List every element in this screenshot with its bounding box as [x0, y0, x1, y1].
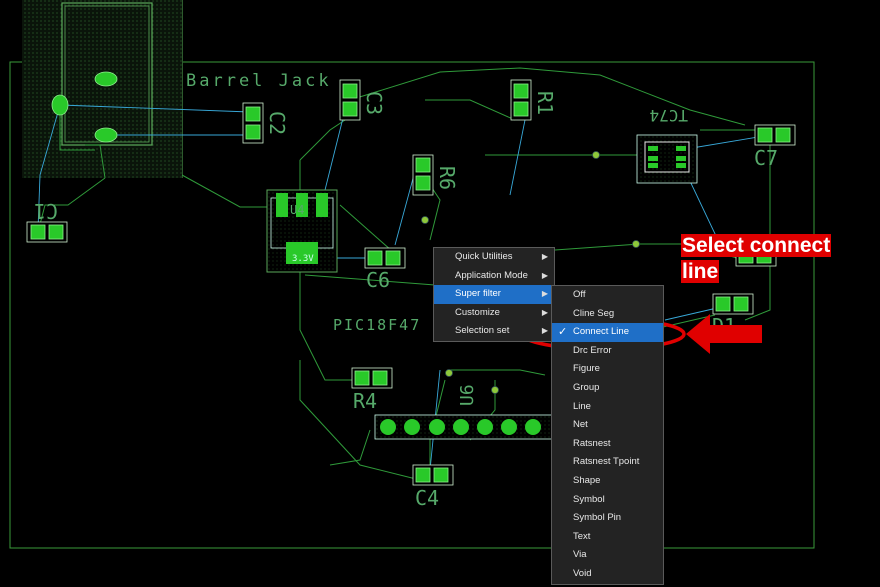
menu-item-label: Customize	[455, 306, 500, 318]
menu-item-label: Application Mode	[455, 269, 528, 281]
submenu-item-symbol[interactable]: Symbol	[552, 491, 663, 510]
submenu-item-label: Symbol Pin	[573, 512, 622, 524]
submenu-item-label: Drc Error	[573, 344, 612, 356]
menu-item-super-filter[interactable]: Super filter ▶	[434, 285, 554, 304]
submenu-item-label: Net	[573, 419, 588, 431]
callout-line-1: Select connect	[681, 234, 832, 257]
submenu-item-label: Shape	[573, 474, 601, 486]
instruction-callout: Select connect line	[681, 233, 832, 285]
submenu-item-net[interactable]: Net	[552, 416, 663, 435]
submenu-item-symbol-pin[interactable]: Symbol Pin	[552, 509, 663, 528]
submenu-item-label: Figure	[573, 363, 600, 375]
menu-item-label: Super filter	[455, 288, 501, 300]
submenu-item-label: Void	[573, 567, 592, 579]
label-r4: R4	[353, 389, 377, 413]
submenu-item-label: Via	[573, 549, 587, 561]
submenu-item-ratsnest-tpoint[interactable]: Ratsnest Tpoint	[552, 453, 663, 472]
context-menu: Quick Utilities ▶ Application Mode ▶ Sup…	[433, 247, 555, 342]
label-c4: C4	[415, 486, 439, 510]
menu-item-label: Selection set	[455, 325, 510, 337]
submenu-item-via[interactable]: Via	[552, 546, 663, 565]
submenu-item-label: Group	[573, 381, 600, 393]
submenu-item-figure[interactable]: Figure	[552, 360, 663, 379]
submenu-item-text[interactable]: Text	[552, 528, 663, 547]
submenu-item-void[interactable]: Void	[552, 565, 663, 584]
label-c1: C1	[34, 199, 58, 223]
label-c2: C2	[265, 111, 289, 135]
callout-line-2: line	[681, 260, 720, 283]
submenu-item-label: Ratsnest Tpoint	[573, 456, 640, 468]
label-c7: C7	[754, 146, 778, 170]
menu-item-selection-set[interactable]: Selection set ▶	[434, 322, 554, 341]
submenu-item-connect-line[interactable]: ✓ Connect Line	[552, 323, 663, 342]
label-barrel-jack: Barrel Jack	[186, 71, 332, 91]
submenu-item-label: Text	[573, 530, 591, 542]
label-c6: C6	[366, 268, 390, 292]
submenu-item-label: Ratsnest	[573, 437, 611, 449]
submenu-item-shape[interactable]: Shape	[552, 472, 663, 491]
submenu-item-off[interactable]: Off	[552, 286, 663, 305]
submenu-item-label: Cline Seg	[573, 307, 615, 319]
menu-item-application-mode[interactable]: Application Mode ▶	[434, 267, 554, 286]
chevron-right-icon: ▶	[541, 307, 548, 317]
menu-item-label: Quick Utilities	[455, 251, 513, 262]
tc74-footprint	[636, 134, 698, 184]
chevron-right-icon: ▶	[541, 326, 548, 336]
chevron-right-icon: ▶	[541, 252, 548, 261]
label-r6: R6	[435, 166, 459, 190]
barrel-jack-footprint	[22, 0, 183, 178]
label-tc74: TC74	[649, 106, 688, 125]
submenu-item-label: Symbol	[573, 493, 605, 505]
chevron-right-icon: ▶	[541, 289, 548, 299]
submenu-item-label: Off	[573, 289, 586, 300]
submenu-item-cline-seg[interactable]: Cline Seg	[552, 305, 663, 324]
label-c3: C3	[362, 91, 386, 115]
menu-item-customize[interactable]: Customize ▶	[434, 304, 554, 323]
super-filter-submenu: Off Cline Seg ✓ Connect Line Drc Error F…	[551, 285, 664, 585]
submenu-item-drc-error[interactable]: Drc Error	[552, 342, 663, 361]
chevron-right-icon: ▶	[541, 270, 548, 280]
menu-item-quick-utilities[interactable]: Quick Utilities ▶	[434, 248, 554, 267]
label-u6: U6	[457, 384, 478, 406]
label-pic: PIC18F47	[333, 316, 421, 334]
submenu-item-line[interactable]: Line	[552, 398, 663, 417]
label-r1: R1	[533, 91, 557, 115]
submenu-item-group[interactable]: Group	[552, 379, 663, 398]
submenu-item-ratsnest[interactable]: Ratsnest	[552, 435, 663, 454]
check-icon: ✓	[558, 326, 568, 339]
u6-header	[374, 414, 556, 440]
submenu-item-label: Line	[573, 400, 591, 412]
submenu-item-label: Connect Line	[573, 326, 629, 338]
label-3v3: 3.3V	[292, 254, 314, 264]
label-u4: U4	[290, 203, 304, 217]
